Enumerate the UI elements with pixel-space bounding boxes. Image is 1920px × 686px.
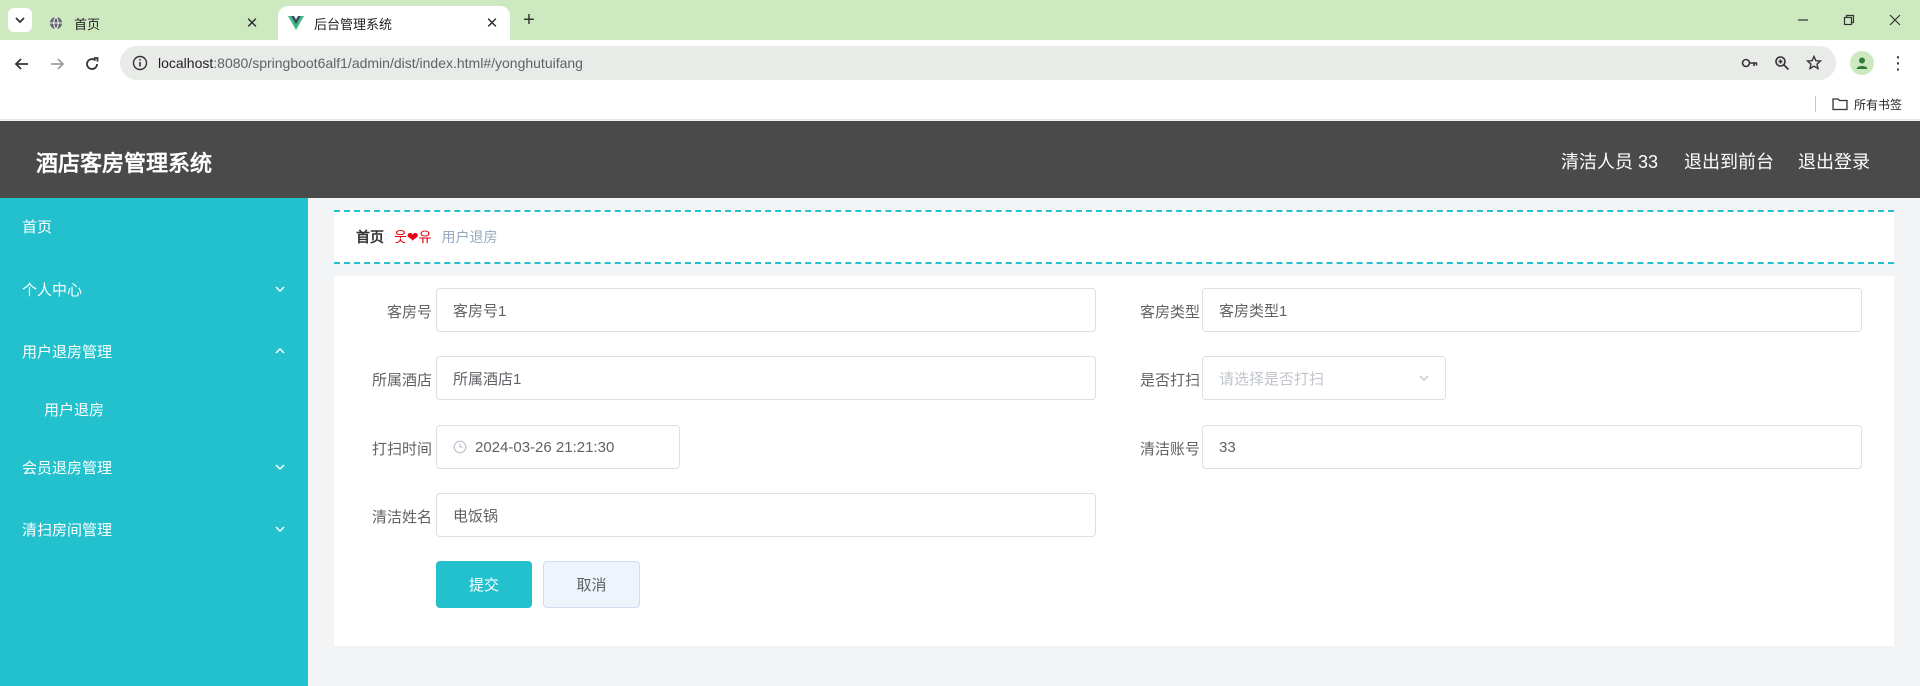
- url-host: localhost: [158, 55, 214, 71]
- sidebar-item-label: 清扫房间管理: [22, 521, 113, 539]
- app-header: 酒店客房管理系统 清洁人员 33 退出到前台 退出登录: [0, 121, 1920, 198]
- tab-title: 后台管理系统: [314, 16, 393, 32]
- sidebar-item-user-checkout-mgmt[interactable]: 用户退房管理: [0, 323, 308, 379]
- address-bar[interactable]: localhost:8080/springboot6alf1/admin/dis…: [120, 46, 1836, 80]
- clean-account-value: 33: [1219, 438, 1236, 456]
- cleaned-label: 是否打扫: [1139, 372, 1200, 389]
- profile-avatar[interactable]: [1850, 51, 1874, 75]
- chevron-down-icon: [272, 459, 288, 475]
- tab-title: 首页: [74, 16, 101, 32]
- browser-tab-admin[interactable]: 后台管理系统 ✕: [278, 6, 510, 40]
- url-text[interactable]: localhost:8080/springboot6alf1/admin/dis…: [158, 55, 1740, 71]
- browser-tab-home[interactable]: 首页 ✕: [38, 6, 270, 40]
- room-no-input[interactable]: 客房号1: [436, 288, 1096, 332]
- room-no-label: 客房号: [386, 304, 432, 321]
- logout-link[interactable]: 退出登录: [1798, 148, 1870, 174]
- sidebar-item-label: 用户退房管理: [22, 343, 113, 361]
- sidebar: 首页 个人中心 用户退房管理 用户退房 会员退房管理 清扫房间管理: [0, 198, 308, 686]
- app-title: 酒店客房管理系统: [36, 151, 213, 176]
- clean-name-input[interactable]: 电饭锅: [436, 493, 1096, 537]
- breadcrumb-home[interactable]: 首页: [356, 227, 384, 247]
- arrow-right-icon: [51, 58, 65, 70]
- clock-icon: [453, 440, 467, 454]
- person-icon: [1856, 57, 1868, 69]
- sidebar-item-label: 首页: [22, 218, 53, 236]
- close-icon[interactable]: ✕: [482, 13, 502, 33]
- room-no-value: 客房号1: [453, 302, 507, 320]
- reload-icon: [86, 57, 99, 70]
- chevron-down-icon: [272, 281, 288, 297]
- password-key-icon[interactable]: [1740, 53, 1760, 73]
- sidebar-item-personal-center[interactable]: 个人中心: [0, 261, 308, 317]
- clean-name-value: 电饭锅: [453, 507, 499, 525]
- tab-search-button[interactable]: [8, 8, 32, 32]
- sidebar-item-home[interactable]: 首页: [0, 198, 308, 254]
- room-type-label: 客房类型: [1139, 304, 1200, 321]
- vue-logo-icon: [288, 15, 304, 31]
- close-window-button[interactable]: [1872, 8, 1918, 32]
- sidebar-item-room-cleaning-mgmt[interactable]: 清扫房间管理: [0, 501, 308, 557]
- browser-menu-icon[interactable]: ⋮: [1888, 51, 1908, 75]
- forward-button[interactable]: [45, 52, 69, 76]
- sidebar-item-user-checkout[interactable]: 用户退房: [0, 381, 308, 437]
- hotel-input[interactable]: 所属酒店1: [436, 356, 1096, 400]
- checkout-form: 客房号 客房号1 客房类型 客房类型1 所属酒店 所属酒店1 是否打扫 请选择是…: [334, 276, 1894, 646]
- chevron-down-icon: [272, 521, 288, 537]
- clean-time-picker[interactable]: 2024-03-26 21:21:30: [436, 425, 680, 469]
- room-type-input[interactable]: 客房类型1: [1202, 288, 1862, 332]
- new-tab-button[interactable]: +: [518, 9, 540, 31]
- chevron-up-icon: [272, 343, 288, 359]
- url-path: :8080/springboot6alf1/admin/dist/index.h…: [213, 55, 583, 71]
- reload-button[interactable]: [80, 52, 104, 76]
- minimize-button[interactable]: [1780, 8, 1826, 32]
- sidebar-item-label: 会员退房管理: [22, 459, 113, 477]
- room-type-value: 客房类型1: [1219, 302, 1288, 320]
- hotel-label: 所属酒店: [371, 372, 432, 389]
- clean-name-label: 清洁姓名: [371, 509, 432, 526]
- bookmarks-divider: [1815, 96, 1816, 112]
- back-button[interactable]: [10, 52, 34, 76]
- all-bookmarks-button[interactable]: 所有书签: [1832, 94, 1902, 114]
- exit-to-front-link[interactable]: 退出到前台: [1684, 148, 1774, 174]
- clean-time-label: 打扫时间: [371, 441, 432, 458]
- sidebar-item-label: 用户退房: [44, 401, 105, 419]
- browser-tabstrip: 首页 ✕ 后台管理系统 ✕ +: [0, 0, 1920, 40]
- chevron-down-icon: [1419, 375, 1429, 381]
- globe-icon: [48, 15, 64, 31]
- chevron-down-icon: [15, 17, 25, 24]
- restore-button[interactable]: [1826, 8, 1872, 32]
- breadcrumb-separator: 웃❤유: [394, 229, 432, 245]
- submit-button[interactable]: 提交: [436, 561, 532, 608]
- sidebar-item-label: 个人中心: [22, 281, 83, 299]
- clean-time-value: 2024-03-26 21:21:30: [475, 438, 615, 456]
- all-bookmarks-label: 所有书签: [1854, 97, 1903, 112]
- arrow-left-icon: [14, 58, 28, 70]
- star-icon[interactable]: [1804, 53, 1824, 73]
- cancel-button[interactable]: 取消: [543, 561, 640, 608]
- close-icon: [1889, 14, 1901, 26]
- restore-icon: [1843, 14, 1855, 26]
- minimize-icon: [1798, 19, 1808, 21]
- clean-account-label: 清洁账号: [1139, 441, 1200, 458]
- zoom-icon[interactable]: [1772, 53, 1792, 73]
- breadcrumb-current: 用户退房: [441, 229, 498, 245]
- sidebar-item-member-checkout-mgmt[interactable]: 会员退房管理: [0, 439, 308, 495]
- current-user: 清洁人员 33: [1561, 152, 1659, 172]
- cleaned-placeholder: 请选择是否打扫: [1219, 370, 1325, 388]
- bookmarks-bar: 所有书签: [0, 88, 1920, 120]
- breadcrumb: 首页 웃❤유 用户退房: [334, 210, 1894, 264]
- clean-account-input[interactable]: 33: [1202, 425, 1862, 469]
- hotel-value: 所属酒店1: [453, 370, 522, 388]
- browser-toolbar: localhost:8080/springboot6alf1/admin/dis…: [0, 40, 1920, 88]
- site-info-icon[interactable]: [132, 55, 148, 71]
- close-icon[interactable]: ✕: [242, 13, 262, 33]
- folder-icon: [1832, 98, 1848, 111]
- cleaned-select[interactable]: 请选择是否打扫: [1202, 356, 1446, 400]
